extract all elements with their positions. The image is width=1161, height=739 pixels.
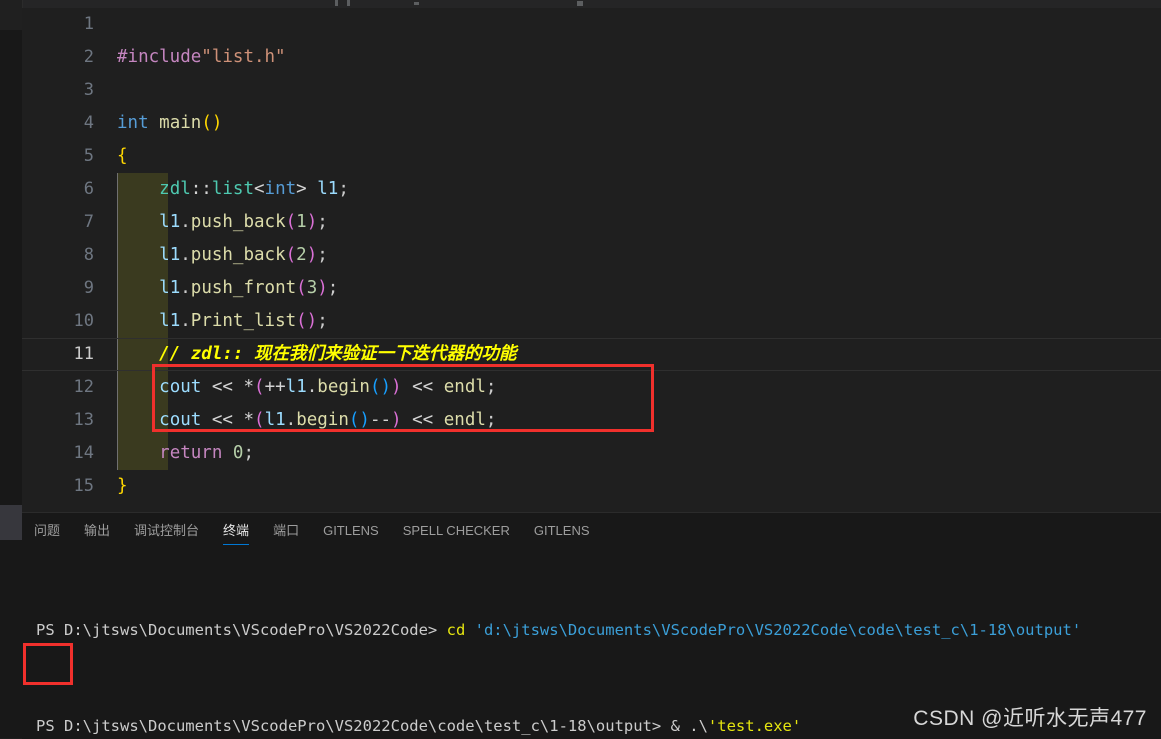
code-line[interactable]: 9 l1.push_front(3); xyxy=(22,272,1161,305)
tab-problems[interactable]: 问题 xyxy=(34,513,60,548)
tab-debug-console[interactable]: 调试控制台 xyxy=(134,513,199,548)
line-content: l1.push_back(1); xyxy=(159,212,328,232)
tab-gitlens[interactable]: GITLENS xyxy=(323,513,379,548)
line-number: 2 xyxy=(83,47,94,67)
line-number: 10 xyxy=(73,311,94,331)
watermark: CSDN @近听水无声477 xyxy=(913,707,1147,730)
line-content: zdl::list<int> l1; xyxy=(159,179,349,199)
code-line[interactable]: 1 xyxy=(22,8,1161,41)
tab-gitlens-2[interactable]: GITLENS xyxy=(534,513,590,548)
line-content: l1.push_front(3); xyxy=(159,278,339,298)
activity-bar[interactable] xyxy=(0,0,23,738)
line-number: 8 xyxy=(83,245,94,265)
line-content-comment: // zdl:: 现在我们来验证一下迭代器的功能 xyxy=(117,344,517,364)
code-line[interactable]: 2 #include"list.h" xyxy=(22,41,1161,74)
toolbar-icon-more[interactable] xyxy=(414,2,419,5)
tab-spell-checker[interactable]: SPELL CHECKER xyxy=(403,513,510,548)
line-number: 6 xyxy=(83,179,94,199)
terminal-prompt: PS D:\jtsws\Documents\VScodePro\VS2022Co… xyxy=(36,717,671,735)
line-number: 4 xyxy=(83,113,94,133)
line-content: l1.push_back(2); xyxy=(159,245,328,265)
line-number: 13 xyxy=(73,410,94,430)
code-line-active[interactable]: 11 // zdl:: 现在我们来验证一下迭代器的功能 xyxy=(22,338,1161,371)
line-number: 7 xyxy=(83,212,94,232)
code-line[interactable]: 5 { xyxy=(22,140,1161,173)
line-number: 11 xyxy=(73,344,94,364)
code-line[interactable]: 6 zdl::list<int> l1; xyxy=(22,173,1161,206)
line-number: 1 xyxy=(83,14,94,34)
line-content: int main() xyxy=(117,113,223,133)
line-number: 15 xyxy=(73,476,94,496)
editor-toolbar-sliver xyxy=(0,0,1161,8)
code-line[interactable]: 3 xyxy=(22,74,1161,107)
line-content: { xyxy=(117,146,128,166)
toolbar-icon-split-alt[interactable] xyxy=(347,0,350,6)
code-line[interactable]: 14 return 0; xyxy=(22,437,1161,470)
code-line[interactable]: 13 cout << *(l1.begin()--) << endl; xyxy=(22,404,1161,437)
line-content: cout << *(l1.begin()--) << endl; xyxy=(159,410,497,430)
terminal-line: PS D:\jtsws\Documents\VScodePro\VS2022Co… xyxy=(36,618,1161,642)
code-editor[interactable]: 1 2 #include"list.h" 3 4 int main() 5 { … xyxy=(22,8,1161,512)
terminal-exe-name: 'test.exe' xyxy=(707,717,802,735)
terminal-argument: 'd:\jtsws\Documents\VScodePro\VS2022Code… xyxy=(474,621,1082,639)
line-content: l1.Print_list(); xyxy=(159,311,328,331)
terminal-path-prefix: .\ xyxy=(689,717,708,735)
code-line[interactable]: 7 l1.push_back(1); xyxy=(22,206,1161,239)
line-number: 5 xyxy=(83,146,94,166)
line-number: 14 xyxy=(73,443,94,463)
line-number: 3 xyxy=(83,80,94,100)
line-content: cout << *(++l1.begin()) << endl; xyxy=(159,377,497,397)
line-content: #include"list.h" xyxy=(117,47,286,67)
tab-ports[interactable]: 端口 xyxy=(273,513,299,548)
code-line[interactable]: 15 } xyxy=(22,470,1161,503)
terminal-prompt: PS D:\jtsws\Documents\VScodePro\VS2022Co… xyxy=(36,621,447,639)
line-content: return 0; xyxy=(159,443,255,463)
line-content: } xyxy=(117,476,128,496)
line-number: 9 xyxy=(83,278,94,298)
terminal-operator: & xyxy=(670,717,690,735)
line-number: 12 xyxy=(73,377,94,397)
terminal-command: cd xyxy=(446,621,475,639)
gear-icon[interactable] xyxy=(577,1,583,6)
activity-bar-top-segment xyxy=(0,0,22,30)
code-line[interactable]: 8 l1.push_back(2); xyxy=(22,239,1161,272)
panel-tab-bar[interactable]: 问题 输出 调试控制台 终端 端口 GITLENS SPELL CHECKER … xyxy=(22,513,1161,548)
code-line[interactable]: 10 l1.Print_list(); xyxy=(22,305,1161,338)
toolbar-icon-split[interactable] xyxy=(335,0,338,6)
tab-output[interactable]: 输出 xyxy=(84,513,110,548)
tab-terminal[interactable]: 终端 xyxy=(223,513,250,548)
code-line[interactable]: 12 cout << *(++l1.begin()) << endl; xyxy=(22,371,1161,404)
code-line[interactable]: 4 int main() xyxy=(22,107,1161,140)
activity-bar-active-segment[interactable] xyxy=(0,505,22,540)
